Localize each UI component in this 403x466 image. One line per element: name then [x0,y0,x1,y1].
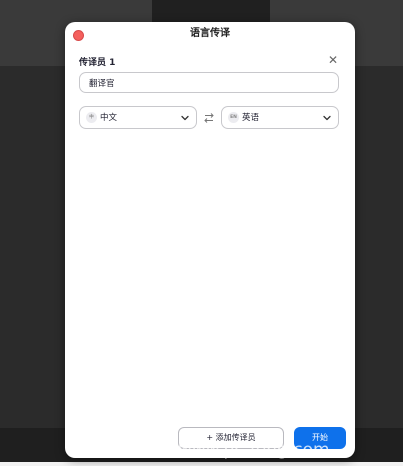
chevron-down-icon [323,115,331,121]
source-language-label: 中文 [100,113,118,123]
watermark-text: www.pc-feng.com [178,440,330,460]
language-badge-icon: EN [228,112,239,123]
interpreter-name-input[interactable] [79,72,339,93]
language-interpretation-dialog: 语言传译 传译员 1 ✕ 中 中文 EN 英语 + 添加传译员 开始 [65,22,355,458]
swap-arrows-icon[interactable] [202,112,216,124]
screenshot-bottom-edge [0,462,403,466]
target-language-label: 英语 [242,113,260,123]
dialog-title: 语言传译 [190,28,230,39]
background-toolbar [152,0,270,24]
language-badge-icon: 中 [86,112,97,123]
chevron-down-icon [181,115,189,121]
close-icon[interactable]: ✕ [327,54,339,66]
target-language-select[interactable]: EN 英语 [221,106,339,129]
source-language-select[interactable]: 中 中文 [79,106,197,129]
interpreter-section-title: 传译员 1 [79,58,116,68]
